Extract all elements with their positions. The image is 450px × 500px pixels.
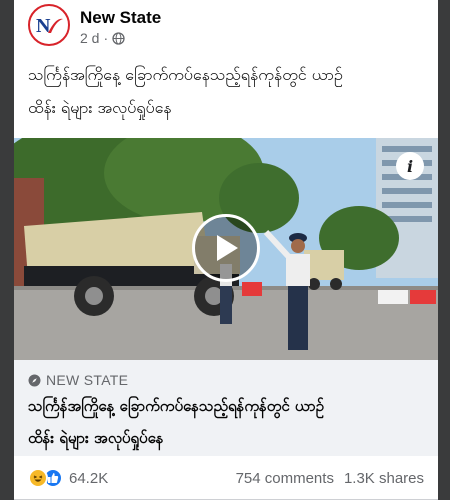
haha-icon — [28, 468, 48, 488]
post-time[interactable]: 2 d — [80, 30, 99, 46]
page-name[interactable]: New State — [80, 8, 161, 28]
link-preview[interactable]: NEW STATE သင်္ကြန်အကြိုနေ့ ခြောက်ကပ်နေသည… — [14, 360, 438, 456]
svg-text:N: N — [36, 15, 51, 37]
video-thumbnail[interactable]: i — [14, 138, 438, 360]
compass-icon — [28, 374, 41, 386]
info-icon[interactable]: i — [396, 152, 424, 180]
link-title-line: သင်္ကြန်အကြိုနေ့ ခြောက်ကပ်နေသည့်ရန်ကုန်တ… — [28, 397, 324, 415]
post-text-line: ထိန်း ရဲများ အလုပ်ရှုပ်နေ — [28, 98, 172, 117]
link-title[interactable]: သင်္ကြန်အကြိုနေ့ ခြောက်ကပ်နေသည့်ရန်ကုန်တ… — [28, 390, 424, 454]
globe-icon — [112, 31, 125, 45]
post-text-line: သင်္ကြန်အကြိုနေ့ ခြောက်ကပ်နေသည့်ရန်ကုန်တ… — [28, 65, 343, 84]
post-card: N New State 2 d · သင်္ကြန်အကြိုနေ့ ခြောက… — [14, 0, 438, 500]
comments-count[interactable]: 754 comments — [236, 470, 334, 487]
new-state-logo-icon: N — [36, 15, 63, 37]
play-button[interactable] — [192, 214, 260, 282]
link-domain: NEW STATE — [28, 372, 128, 388]
post-header: N New State 2 d · — [14, 0, 438, 54]
link-title-line: ထိန်း ရဲများ အလုပ်ရှုပ်နေ — [28, 429, 164, 447]
play-icon — [217, 235, 238, 261]
reactions-summary[interactable]: 64.2K — [28, 468, 108, 488]
engagement-counts: 754 comments 1.3K shares — [236, 470, 424, 487]
engagement-bar: 64.2K 754 comments 1.3K shares — [14, 458, 438, 500]
link-domain-text: NEW STATE — [46, 372, 129, 388]
page-avatar[interactable]: N — [28, 4, 70, 46]
post-meta: 2 d · — [80, 30, 125, 46]
shares-count[interactable]: 1.3K shares — [344, 470, 424, 487]
reaction-count: 64.2K — [69, 469, 109, 487]
post-text: သင်္ကြန်အကြိုနေ့ ခြောက်ကပ်နေသည့်ရန်ကုန်တ… — [28, 58, 424, 124]
